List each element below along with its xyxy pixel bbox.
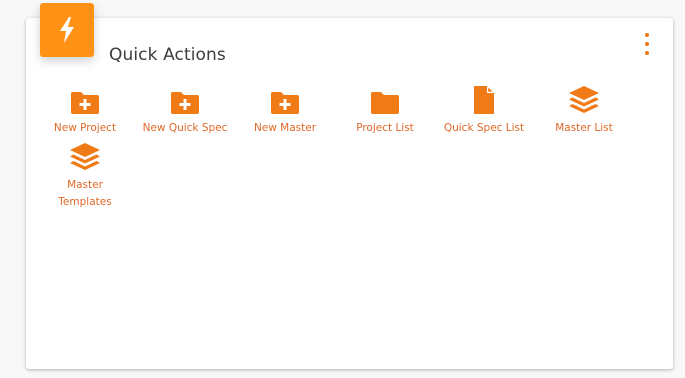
- card-header-badge: [40, 3, 94, 57]
- action-project-list[interactable]: Project List: [337, 85, 433, 137]
- action-new-quick-spec[interactable]: New Quick Spec: [137, 85, 233, 137]
- more-vertical-icon-dot: [645, 42, 649, 46]
- action-quick-spec-list[interactable]: Quick Spec List: [436, 85, 532, 137]
- action-master-templates[interactable]: Master Templates: [37, 142, 133, 211]
- folder-icon: [371, 92, 399, 114]
- folder-plus-icon: [71, 92, 99, 114]
- action-label: New Quick Spec: [142, 122, 228, 134]
- layers-icon: [70, 143, 100, 170]
- action-new-project[interactable]: New Project: [37, 85, 133, 137]
- more-vertical-icon: [645, 33, 649, 37]
- bolt-icon: [60, 17, 74, 43]
- action-label: Quick Spec List: [443, 122, 525, 134]
- action-label: Master Templates: [58, 179, 112, 208]
- action-label: New Project: [53, 122, 117, 134]
- more-options-button[interactable]: [640, 32, 654, 56]
- action-label: New Master: [253, 122, 317, 134]
- file-icon: [474, 86, 494, 114]
- action-master-list[interactable]: Master List: [536, 85, 632, 137]
- action-label: Project List: [356, 122, 414, 134]
- layers-icon: [569, 86, 599, 113]
- action-label: Master List: [555, 122, 613, 134]
- card-title: Quick Actions: [109, 45, 226, 65]
- more-vertical-icon-dot: [645, 51, 649, 55]
- folder-plus-icon: [271, 92, 299, 114]
- folder-plus-icon: [171, 92, 199, 114]
- action-new-master[interactable]: New Master: [237, 85, 333, 137]
